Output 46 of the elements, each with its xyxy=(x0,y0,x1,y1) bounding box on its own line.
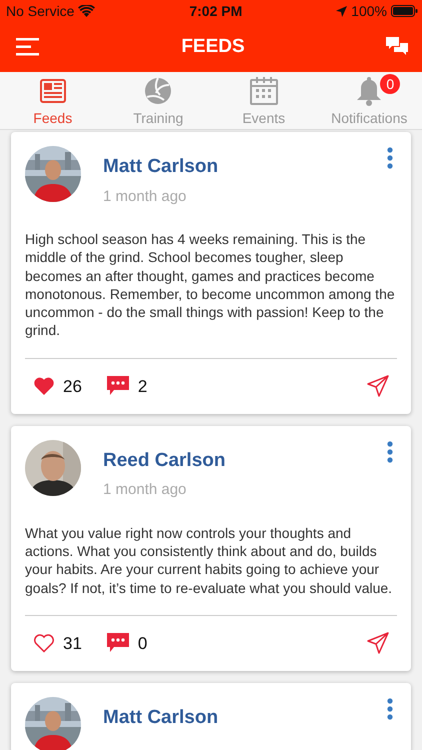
comment-button[interactable] xyxy=(106,632,130,654)
battery-icon xyxy=(390,5,418,17)
like-button[interactable] xyxy=(33,633,55,654)
calendar-icon xyxy=(250,77,278,105)
author-name: Matt Carlson xyxy=(103,706,218,730)
share-button[interactable] xyxy=(367,375,389,398)
carrier-text: No Service xyxy=(6,2,74,20)
comment-icon xyxy=(106,375,130,398)
author-name: Matt Carlson xyxy=(103,155,218,179)
menu-button[interactable] xyxy=(16,38,40,56)
like-button[interactable] xyxy=(33,376,55,396)
location-icon xyxy=(336,6,348,16)
comment-icon xyxy=(106,632,130,654)
like-count: 26 xyxy=(63,376,82,398)
wifi-icon xyxy=(78,5,96,17)
post-text: What you value right now controls your thoughts and actions. What you consistently think about and do, builds your habits. Are your current habits going to achieve your goals? If not, it’s time to re-evaluate what you should value. xyxy=(25,524,394,597)
author-name: Reed Carlson xyxy=(103,448,226,473)
post-time: 1 month ago xyxy=(103,186,188,206)
tab[interactable]: Feeds xyxy=(0,72,106,129)
more-icon xyxy=(387,698,393,720)
chat-bubbles-icon xyxy=(386,37,408,57)
time-text: 7:02 PM xyxy=(189,2,242,20)
like-count: 31 xyxy=(63,632,82,655)
comment-count: 0 xyxy=(138,632,148,655)
tab[interactable]: Training xyxy=(106,72,211,129)
chat-button[interactable] xyxy=(386,37,408,57)
send-icon xyxy=(367,632,389,654)
notification-badge: 0 xyxy=(380,74,400,94)
comment-button[interactable] xyxy=(106,375,130,398)
post-time: 1 month ago xyxy=(103,480,188,500)
tab[interactable]: Events xyxy=(211,72,316,129)
post-text: High school season has 4 weeks remaining. This is the middle of the grind. School becomes tougher, sleep becomes an after thought, games and practices become monotonous. Remember, to become uncommon among the uncommon - do the small things with passion! Keep to the grind. xyxy=(25,230,396,340)
share-button[interactable] xyxy=(367,632,389,654)
heart-icon xyxy=(33,376,55,396)
page-title: FEEDS xyxy=(181,34,245,59)
heart-icon xyxy=(33,633,55,654)
newspaper-icon xyxy=(40,79,66,103)
menu-icon xyxy=(16,38,40,56)
battery-text: 100% xyxy=(351,2,387,20)
comment-count: 2 xyxy=(138,376,148,398)
ball-icon xyxy=(144,77,172,105)
bell-icon xyxy=(356,76,382,106)
send-icon xyxy=(367,375,389,398)
tab[interactable]: 0 Notifications xyxy=(316,72,422,129)
more-icon xyxy=(387,440,393,463)
more-icon xyxy=(387,146,393,169)
